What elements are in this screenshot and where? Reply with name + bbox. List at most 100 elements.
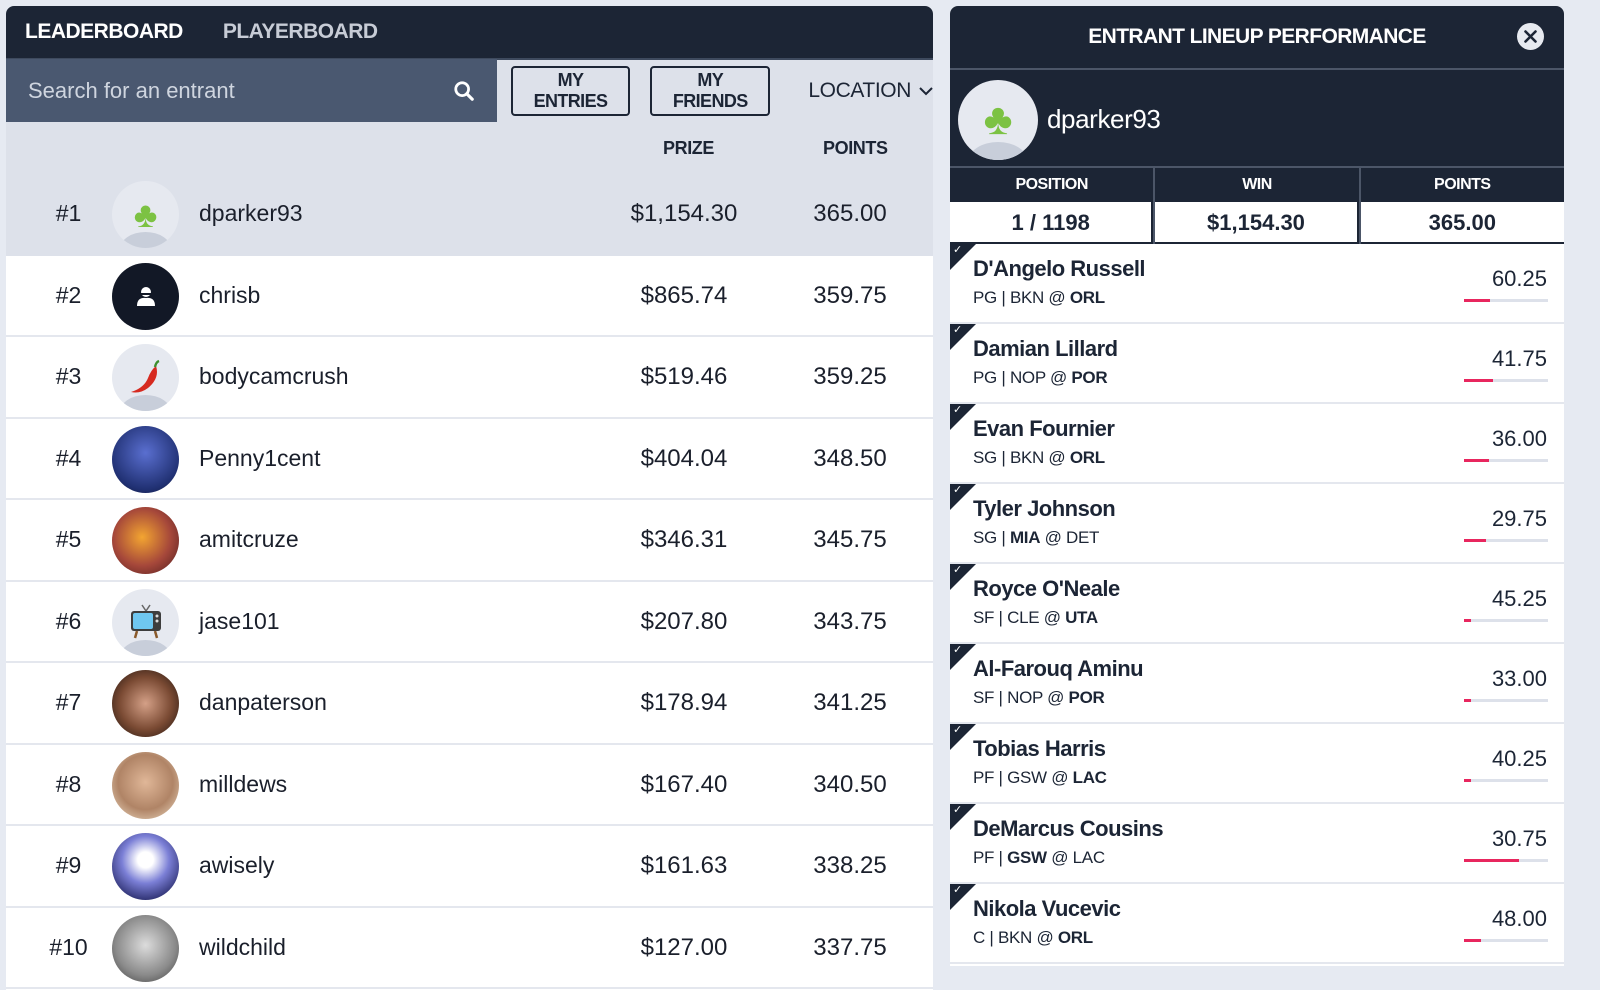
entrant-name[interactable]: jase101	[199, 608, 280, 635]
leaderboard-row[interactable]: #4 Penny1cent $404.04 348.50	[6, 418, 933, 500]
tab-leaderboard[interactable]: LEADERBOARD	[25, 20, 183, 44]
checkmark-icon: ✓	[953, 484, 963, 496]
entrant-name[interactable]: dparker93	[199, 200, 303, 227]
entrant-name[interactable]: Penny1cent	[199, 445, 320, 472]
close-button[interactable]	[1517, 23, 1544, 50]
search-input[interactable]	[28, 78, 448, 104]
avatar	[112, 751, 179, 819]
player-score: 36.00	[1491, 426, 1547, 451]
stat-value: $1,154.30	[1155, 202, 1359, 244]
chili-pepper-icon	[130, 359, 159, 392]
at-symbol: @	[1046, 768, 1073, 787]
player-name[interactable]: Evan Fournier	[973, 416, 1115, 442]
points: 341.25	[813, 689, 887, 716]
player-name[interactable]: Tyler Johnson	[973, 496, 1116, 522]
points-column-header[interactable]: POINTS	[823, 138, 888, 159]
default-user-icon	[136, 287, 155, 306]
player-name[interactable]: D'Angelo Russell	[973, 256, 1146, 282]
lineup-player-list: ✓ D'Angelo Russell PG | BKN @ ORL 60.25 ✓ Dam…	[950, 244, 1564, 964]
leaderboard-row[interactable]: #3 bodycamcrush $519.46 359.25	[6, 337, 933, 419]
points: 348.50	[813, 444, 887, 472]
my-friends-button[interactable]: MY FRIENDS	[650, 66, 771, 116]
player-name[interactable]: Al-Farouq Aminu	[973, 656, 1144, 682]
player-position: PG	[973, 368, 997, 387]
away-team: NOP	[1009, 368, 1046, 387]
stat-value: 1 / 1198	[950, 202, 1154, 244]
prize-column-header[interactable]: PRIZE	[663, 138, 714, 159]
rank: #4	[55, 444, 82, 471]
entrant-header: ♣ dparker93	[950, 70, 1564, 168]
leaderboard-row[interactable]: #7 danpaterson $178.94 341.25	[6, 663, 933, 745]
player-meta: PG | NOP @ POR	[973, 368, 1108, 388]
player-row[interactable]: ✓ Damian Lillard PG | NOP @ POR 41.75	[950, 324, 1564, 404]
game-progress-bar	[1464, 299, 1548, 302]
player-meta: PF | GSW @ LAC	[973, 768, 1107, 788]
player-score: 29.75	[1491, 506, 1547, 531]
points: 340.50	[813, 770, 887, 798]
game-progress-bar	[1464, 539, 1548, 542]
away-team: MIA	[1009, 528, 1041, 547]
player-name[interactable]: Nikola Vucevic	[973, 896, 1121, 922]
tab-playerboard[interactable]: PLAYERBOARD	[223, 20, 378, 44]
player-row[interactable]: ✓ Tyler Johnson SG | MIA @ DET 29.75	[950, 484, 1564, 564]
player-position: SG	[973, 528, 997, 547]
player-name[interactable]: Damian Lillard	[973, 336, 1118, 362]
stat-label: WIN	[1155, 168, 1359, 202]
leaderboard-row[interactable]: #2 chrisb $865.74 359.75	[6, 255, 933, 337]
player-row[interactable]: ✓ D'Angelo Russell PG | BKN @ ORL 60.25	[950, 244, 1564, 324]
player-position: PF	[973, 768, 995, 787]
entrant-name[interactable]: awisely	[199, 852, 274, 879]
player-row[interactable]: ✓ Royce O'Neale SF | CLE @ UTA 45.25	[950, 564, 1564, 644]
entrant-name[interactable]: chrisb	[199, 282, 260, 309]
player-row[interactable]: ✓ Al-Farouq Aminu SF | NOP @ POR 33.00	[950, 644, 1564, 724]
stat-label: POSITION	[950, 168, 1154, 202]
player-position: PG	[973, 288, 997, 307]
player-row[interactable]: ✓ Evan Fournier SG | BKN @ ORL 36.00	[950, 404, 1564, 484]
player-position: SF	[973, 688, 995, 707]
player-score: 33.00	[1491, 666, 1547, 691]
leaderboard-row[interactable]: #10 wildchild $127.00 337.75	[6, 907, 933, 989]
at-symbol: @	[1032, 928, 1058, 947]
game-progress-bar	[1464, 939, 1548, 942]
entrant-name[interactable]: bodycamcrush	[199, 363, 349, 390]
prize: $161.63	[640, 852, 728, 879]
location-dropdown[interactable]: LOCATION	[808, 79, 933, 103]
leaderboard-row[interactable]: #9 awisely $161.63 338.25	[6, 826, 933, 908]
search-icon[interactable]	[453, 80, 475, 102]
panel-header: ENTRANT LINEUP PERFORMANCE	[950, 6, 1564, 70]
leaderboard-row[interactable]: #8 milldews $167.40 340.50	[6, 744, 933, 826]
entrant-name[interactable]: wildchild	[199, 934, 286, 961]
player-position: SG	[973, 448, 997, 467]
player-row[interactable]: ✓ DeMarcus Cousins PF | GSW @ LAC 30.75	[950, 804, 1564, 884]
leaderboard-list: #1 ♣ dparker93 $1,154.30 365.00 #2 chris…	[6, 174, 933, 989]
away-team: BKN	[1009, 448, 1044, 467]
leaderboard-row[interactable]: #6 jase101 $207.80 343.75	[6, 581, 933, 663]
away-team: NOP	[1007, 688, 1043, 707]
at-symbol: @	[1046, 848, 1073, 867]
clover-icon: ♣	[983, 95, 1013, 144]
checkmark-icon: ✓	[953, 804, 963, 816]
home-team: ORL	[1057, 928, 1093, 947]
player-position: SF	[973, 608, 995, 627]
entrant-name[interactable]: amitcruze	[199, 526, 299, 553]
player-name[interactable]: Tobias Harris	[973, 736, 1106, 762]
game-progress-bar	[1464, 779, 1548, 782]
at-symbol: @	[1044, 448, 1070, 467]
player-name[interactable]: Royce O'Neale	[973, 576, 1120, 602]
player-meta: PG | BKN @ ORL	[973, 288, 1105, 308]
points: 345.75	[813, 526, 887, 553]
leaderboard-row[interactable]: #5 amitcruze $346.31 345.75	[6, 500, 933, 582]
player-name[interactable]: DeMarcus Cousins	[973, 816, 1164, 842]
player-row[interactable]: ✓ Tobias Harris PF | GSW @ LAC 40.25	[950, 724, 1564, 804]
my-entries-button[interactable]: MY ENTRIES	[510, 66, 631, 116]
entrant-name[interactable]: milldews	[199, 771, 287, 798]
avatar	[112, 914, 179, 982]
leaderboard-row[interactable]: #1 ♣ dparker93 $1,154.30 365.00	[6, 174, 933, 256]
checkmark-icon: ✓	[953, 404, 963, 416]
prize: $404.04	[640, 444, 728, 472]
entrant-name[interactable]: danpaterson	[199, 689, 327, 716]
panel-title: ENTRANT LINEUP PERFORMANCE	[1088, 25, 1426, 48]
player-row[interactable]: ✓ Nikola Vucevic C | BKN @ ORL 48.00	[950, 884, 1564, 964]
home-team: LAC	[1072, 848, 1105, 867]
game-progress-fill	[1464, 699, 1471, 702]
